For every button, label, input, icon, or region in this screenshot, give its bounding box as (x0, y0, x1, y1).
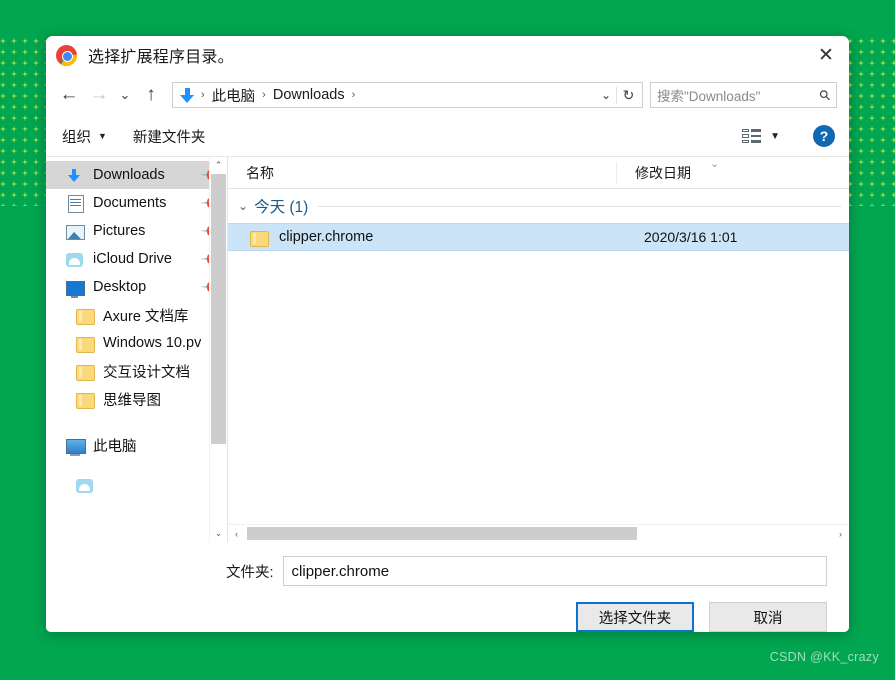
address-bar[interactable]: › 此电脑 › Downloads › ⌄ ↻ (172, 82, 643, 108)
title-bar: 选择扩展程序目录。 ✕ (46, 36, 849, 74)
sidebar-item-label: 交互设计文档 (103, 364, 190, 381)
folder-name-input[interactable]: clipper.chrome (282, 556, 827, 586)
file-list-horizontal-scrollbar[interactable]: ‹ › (228, 524, 849, 542)
folder-icon (76, 335, 95, 353)
download-icon (66, 167, 85, 184)
group-header-label: 今天 (1) (254, 199, 309, 216)
chevron-down-icon[interactable]: ⌄ (238, 199, 248, 213)
document-icon (66, 194, 85, 213)
search-placeholder: 搜索"Downloads" (657, 89, 761, 104)
scroll-right-icon[interactable]: › (832, 529, 849, 539)
scroll-up-icon[interactable]: ⌃ (210, 157, 227, 174)
search-input[interactable]: 搜索"Downloads" ⚲ (650, 82, 837, 108)
group-header[interactable]: ⌄ 今天 (1) (228, 189, 849, 223)
sidebar-item-label: Axure 文档库 (103, 308, 189, 325)
scroll-down-icon[interactable]: ⌄ (210, 525, 227, 542)
navigation-pane: Downloads 📌 Documents 📌 Pictures 📌 iClou… (46, 157, 227, 542)
sidebar-item-documents[interactable]: Documents 📌 (46, 189, 227, 217)
column-header-name[interactable]: 名称 (228, 163, 616, 183)
help-icon[interactable]: ? (813, 125, 835, 147)
dialog-title: 选择扩展程序目录。 (88, 49, 234, 66)
sidebar-item-mindmap[interactable]: 思维导图 (46, 385, 227, 413)
sidebar-item-desktop[interactable]: Desktop 📌 (46, 273, 227, 301)
folder-icon (76, 391, 95, 409)
folder-field-row: 文件夹: clipper.chrome (226, 542, 827, 586)
cancel-button[interactable]: 取消 (709, 602, 827, 632)
sidebar-item-label: Windows 10.pv (103, 335, 202, 351)
sidebar-scroll-thumb[interactable] (211, 174, 226, 444)
sidebar-scroll-track[interactable] (210, 174, 227, 525)
view-options-icon[interactable] (742, 128, 762, 144)
breadcrumb-downloads[interactable]: Downloads (270, 87, 348, 103)
navigation-bar: ← → ⌄ ↑ › 此电脑 › Downloads › ⌄ ↻ 搜索"Downl… (46, 74, 849, 116)
folder-icon (250, 229, 269, 247)
chevron-down-icon[interactable]: ▼ (770, 131, 780, 142)
search-icon: ⚲ (815, 85, 834, 104)
column-header-row: 名称 修改日期 ⌄ (228, 157, 849, 189)
new-folder-button[interactable]: 新建文件夹 (133, 126, 206, 147)
organize-button[interactable]: 组织 ▼ (62, 126, 107, 147)
refresh-icon[interactable]: ↻ (616, 86, 640, 104)
picture-icon (66, 223, 85, 240)
organize-label: 组织 (62, 129, 91, 146)
breadcrumb-separator: › (201, 89, 205, 101)
sidebar-item-partial[interactable] (46, 471, 227, 499)
cloud-icon (76, 477, 95, 494)
sidebar-item-label: Downloads (93, 167, 165, 183)
back-button[interactable]: ← (54, 80, 84, 110)
this-pc-icon (66, 437, 86, 456)
sidebar-item-label: Pictures (93, 223, 146, 239)
file-date-cell: 2020/3/16 1:01 (644, 229, 738, 245)
dialog-body: Downloads 📌 Documents 📌 Pictures 📌 iClou… (46, 157, 849, 542)
sidebar-item-label: Desktop (93, 279, 147, 295)
dialog-footer: 文件夹: clipper.chrome 选择文件夹 取消 (46, 542, 849, 632)
dialog-buttons: 选择文件夹 取消 (46, 586, 827, 632)
watermark: CSDN @KK_crazy (769, 650, 879, 664)
folder-icon (76, 307, 95, 325)
sidebar-item-label: iCloud Drive (93, 251, 172, 267)
folder-field-label: 文件夹: (226, 564, 274, 581)
cloud-icon (66, 251, 85, 268)
sidebar-item-this-pc[interactable]: 此电脑 (46, 431, 227, 459)
table-row[interactable]: clipper.chrome 2020/3/16 1:01 (228, 223, 849, 251)
sidebar-item-label: 此电脑 (93, 438, 137, 455)
group-divider (318, 205, 841, 207)
folder-icon (76, 363, 95, 381)
sidebar-item-axure-docs[interactable]: Axure 文档库 (46, 301, 227, 329)
forward-button[interactable]: → (84, 80, 114, 110)
chevron-down-icon: ▼ (98, 131, 107, 141)
breadcrumb-this-pc[interactable]: 此电脑 (209, 85, 259, 106)
chevron-down-icon[interactable]: ⌄ (596, 88, 616, 102)
sidebar-item-label: Documents (93, 195, 167, 211)
up-button[interactable]: ↑ (136, 80, 166, 110)
hscroll-track[interactable] (245, 526, 832, 541)
file-list-pane: 名称 修改日期 ⌄ ⌄ 今天 (1) clipper.chrome 2020/3… (227, 157, 849, 542)
command-bar: 组织 ▼ 新建文件夹 ▼ ? (46, 116, 849, 157)
sidebar-scrollbar[interactable]: ⌃ ⌄ (209, 157, 227, 542)
sidebar-item-downloads[interactable]: Downloads 📌 (46, 161, 227, 189)
breadcrumb-separator: › (351, 89, 356, 101)
folder-picker-dialog: 选择扩展程序目录。 ✕ ← → ⌄ ↑ › 此电脑 › Downloads › … (46, 36, 849, 632)
chrome-logo-icon (56, 44, 77, 66)
file-name-cell: clipper.chrome (279, 229, 374, 245)
select-folder-button[interactable]: 选择文件夹 (576, 602, 694, 632)
sidebar-item-pictures[interactable]: Pictures 📌 (46, 217, 227, 245)
scroll-left-icon[interactable]: ‹ (228, 529, 245, 539)
downloads-arrow-icon (179, 87, 195, 104)
close-icon[interactable]: ✕ (803, 36, 849, 74)
hscroll-thumb[interactable] (247, 527, 637, 540)
sidebar-item-icloud-drive[interactable]: iCloud Drive 📌 (46, 245, 227, 273)
chevron-down-icon: ⌄ (710, 158, 720, 170)
sidebar-item-windows-10[interactable]: Windows 10.pv (46, 329, 227, 357)
file-list-empty-area[interactable] (228, 251, 849, 524)
sidebar-item-interaction-docs[interactable]: 交互设计文档 (46, 357, 227, 385)
sidebar-item-label: 思维导图 (103, 392, 161, 409)
breadcrumb-separator: › (262, 89, 266, 101)
recent-locations-button[interactable]: ⌄ (114, 80, 136, 110)
desktop-icon (66, 279, 85, 298)
